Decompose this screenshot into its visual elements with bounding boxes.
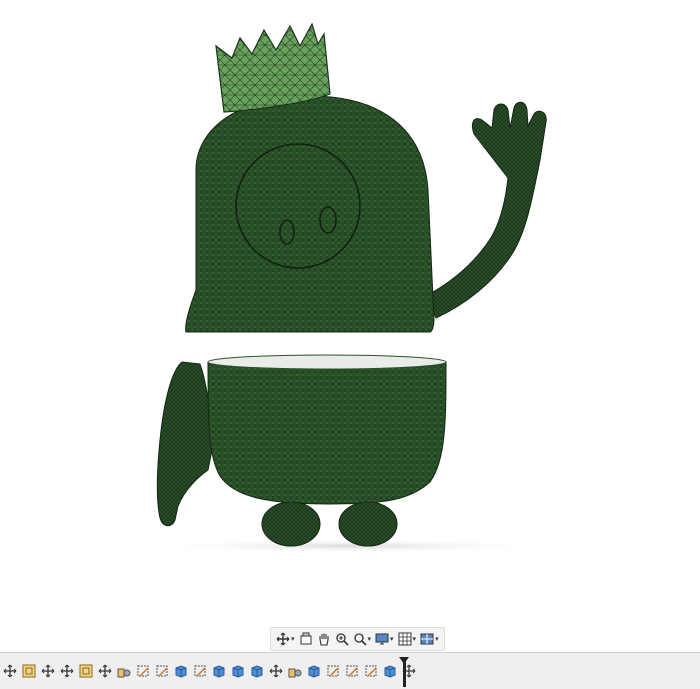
crown[interactable] [215,22,331,113]
body-icon [250,664,264,678]
zoom-window-icon [335,632,349,646]
move-icon [41,664,55,678]
timeline-feature[interactable] [2,663,18,679]
timeline-feature[interactable] [306,663,322,679]
timeline-feature[interactable] [249,663,265,679]
upper-body[interactable] [185,95,435,333]
component-icon [117,664,131,678]
right-foot[interactable] [338,501,398,547]
timeline-feature[interactable] [173,663,189,679]
sketch-icon [79,664,93,678]
sketch-icon [22,664,36,678]
sketch-plane-icon [193,664,207,678]
timeline-track [0,659,417,683]
chevron-down-icon: ▾ [367,635,372,643]
move-icon [269,664,283,678]
body-icon [174,664,188,678]
lower-body-rim [207,354,447,370]
fit-zoom-icon [353,632,367,646]
body-icon [307,664,321,678]
timeline-feature[interactable] [287,663,303,679]
timeline-feature[interactable] [78,663,94,679]
timeline-feature[interactable] [116,663,132,679]
sketch-plane-icon [326,664,340,678]
move-icon [60,664,74,678]
pan-hand-icon [317,632,331,646]
viewports-icon [420,632,434,646]
timeline-feature[interactable] [59,663,75,679]
timeline-feature[interactable] [230,663,246,679]
chevron-down-icon: ▾ [390,635,394,643]
view-toolbar: ▾ ▾ ▾ ▾ ▾ [270,627,445,651]
timeline-feature[interactable] [192,663,208,679]
look-at-icon [299,632,313,646]
pan-button[interactable] [316,630,332,648]
grid-settings-icon [398,632,412,646]
zoom-window-button[interactable] [334,630,350,648]
timeline-marker[interactable] [399,657,409,687]
chevron-down-icon: ▾ [435,635,439,643]
body-icon [231,664,245,678]
orbit-icon [276,632,290,646]
body-icon [212,664,226,678]
chevron-down-icon: ▾ [412,635,417,643]
fit-zoom-button[interactable]: ▾ [352,630,373,648]
grid-settings-button[interactable]: ▾ [397,630,418,648]
lower-body[interactable] [207,361,447,505]
look-at-button[interactable] [298,630,314,648]
timeline-feature[interactable] [40,663,56,679]
chevron-down-icon: ▾ [291,635,295,643]
3d-viewport[interactable] [0,0,700,625]
timeline-feature[interactable] [135,663,151,679]
waving-arm[interactable] [425,101,547,319]
sketch-plane-icon [155,664,169,678]
timeline-feature[interactable] [154,663,170,679]
move-icon [98,664,112,678]
timeline-feature[interactable] [382,663,398,679]
sketch-plane-icon [136,664,150,678]
left-arm[interactable] [156,361,215,527]
viewports-button[interactable]: ▾ [419,630,440,648]
timeline-feature[interactable] [344,663,360,679]
move-icon [3,664,17,678]
display-settings-icon [375,632,389,646]
timeline-feature[interactable] [363,663,379,679]
body-icon [383,664,397,678]
display-settings-button[interactable]: ▾ [374,630,395,648]
sketch-plane-icon [345,664,359,678]
timeline-feature[interactable] [21,663,37,679]
timeline [0,652,700,689]
timeline-feature[interactable] [211,663,227,679]
component-icon [288,664,302,678]
timeline-feature[interactable] [325,663,341,679]
timeline-feature[interactable] [268,663,284,679]
sketch-plane-icon [364,664,378,678]
orbit-button[interactable]: ▾ [275,630,296,648]
left-foot[interactable] [261,501,321,547]
timeline-feature[interactable] [97,663,113,679]
